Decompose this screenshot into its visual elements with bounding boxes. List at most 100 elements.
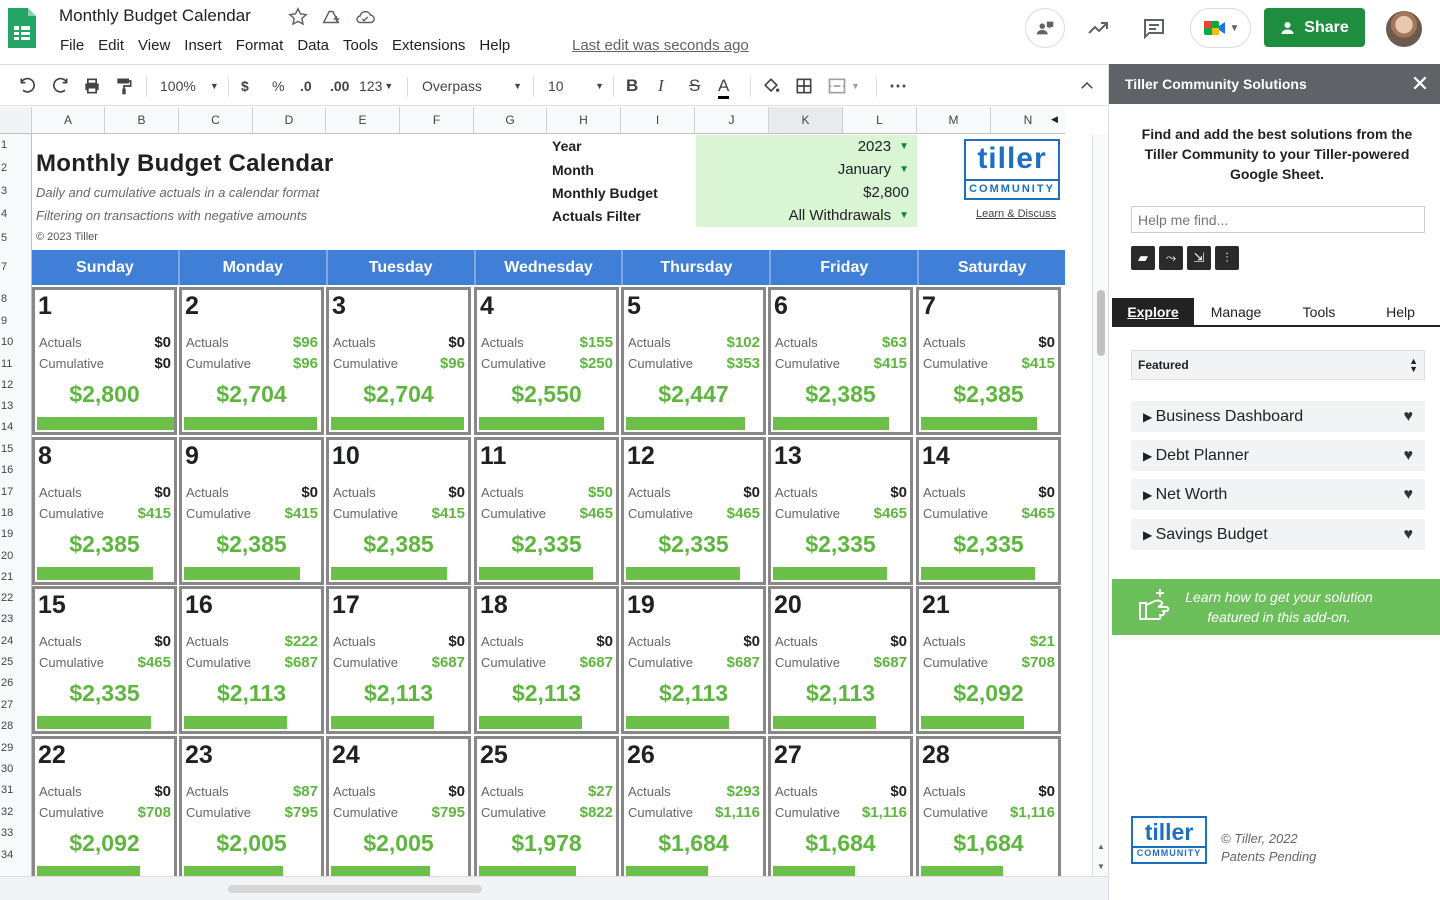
calendar-day-cell[interactable]: 22 Actuals $0 Cumulative $708 $2,092 (32, 736, 177, 876)
column-header[interactable]: A (32, 107, 105, 133)
calendar-day-cell[interactable]: 12 Actuals $0 Cumulative $465 $2,335 (621, 437, 766, 585)
row-header[interactable]: 21 (0, 571, 32, 583)
column-header[interactable]: J (695, 107, 769, 133)
row-header[interactable]: 1 (0, 139, 32, 151)
column-header[interactable]: C (179, 107, 253, 133)
sheet-subtitle[interactable]: Daily and cumulative actuals in a calend… (36, 185, 319, 200)
row-header[interactable]: 34 (0, 849, 32, 861)
row-header[interactable]: 13 (0, 400, 32, 412)
weekday-wednesday[interactable]: Wednesday (476, 250, 624, 285)
select-all-corner[interactable] (0, 107, 32, 133)
collapse-menus-icon[interactable] (1078, 75, 1096, 97)
tiller-footer-logo[interactable]: tiller COMMUNITY (1131, 816, 1207, 864)
row-header[interactable]: 9 (0, 315, 32, 327)
tab-tools[interactable]: Tools (1278, 298, 1360, 325)
calendar-day-cell[interactable]: 27 Actuals $0 Cumulative $1,116 $1,684 (768, 736, 913, 876)
tab-help[interactable]: Help (1360, 298, 1440, 325)
calendar-day-cell[interactable]: 18 Actuals $0 Cumulative $687 $2,113 (474, 586, 619, 734)
row-header[interactable]: 20 (0, 550, 32, 562)
calendar-day-cell[interactable]: 7 Actuals $0 Cumulative $415 $2,385 (916, 287, 1061, 435)
sheets-logo-icon[interactable] (6, 6, 38, 50)
menu-view[interactable]: View (138, 37, 178, 55)
undo-icon[interactable] (18, 75, 38, 97)
calendar-day-cell[interactable]: 20 Actuals $0 Cumulative $687 $2,113 (768, 586, 913, 734)
calendar-day-cell[interactable]: 15 Actuals $0 Cumulative $465 $2,335 (32, 586, 177, 734)
borders-icon[interactable] (794, 75, 814, 97)
calendar-day-cell[interactable]: 13 Actuals $0 Cumulative $465 $2,335 (768, 437, 913, 585)
weekday-friday[interactable]: Friday (771, 250, 920, 285)
document-title[interactable]: Monthly Budget Calendar (59, 6, 251, 26)
scroll-left-icon[interactable]: ◀ (1051, 114, 1058, 125)
scroll-up-icon[interactable]: ▲ (1097, 842, 1105, 851)
more-tools-button[interactable]: ⋯ (889, 75, 907, 97)
vertical-scrollbar[interactable]: ▲ ▼ (1092, 134, 1108, 876)
calendar-day-cell[interactable]: 8 Actuals $0 Cumulative $415 $2,385 (32, 437, 177, 585)
calendar-day-cell[interactable]: 26 Actuals $293 Cumulative $1,116 $1,684 (621, 736, 766, 876)
row-header[interactable]: 16 (0, 464, 32, 476)
currency-format-button[interactable]: $ (241, 75, 249, 97)
row-header[interactable]: 19 (0, 528, 32, 540)
cloud-status-icon[interactable] (354, 6, 376, 28)
weekday-saturday[interactable]: Saturday (919, 250, 1065, 285)
heart-icon[interactable]: ♥ (1404, 526, 1414, 544)
bold-button[interactable]: B (626, 75, 638, 97)
solution-filter-select[interactable]: Featured ▲ ▼ (1131, 350, 1425, 380)
row-header[interactable]: 5 (0, 232, 32, 244)
tiller-community-logo[interactable]: tiller COMMUNITY (964, 139, 1060, 200)
row-header[interactable]: 11 (0, 358, 32, 370)
row-header[interactable]: 18 (0, 507, 32, 519)
solution-item[interactable]: ▶ Business Dashboard ♥ (1131, 401, 1425, 432)
row-header[interactable]: 15 (0, 443, 32, 455)
row-header[interactable]: 26 (0, 677, 32, 689)
row-header[interactable]: 4 (0, 208, 32, 220)
column-header[interactable]: M (917, 107, 991, 133)
row-header[interactable]: 31 (0, 784, 32, 796)
share-button[interactable]: Share (1264, 8, 1365, 47)
calendar-day-cell[interactable]: 25 Actuals $27 Cumulative $822 $1,978 (474, 736, 619, 876)
column-header[interactable]: B (105, 107, 179, 133)
menu-extensions[interactable]: Extensions (392, 37, 473, 55)
calendar-day-cell[interactable]: 28 Actuals $0 Cumulative $1,116 $1,684 (916, 736, 1061, 876)
column-header[interactable]: L (843, 107, 917, 133)
trend-icon[interactable] (1078, 8, 1118, 48)
row-header[interactable]: 28 (0, 720, 32, 732)
year-dropdown[interactable]: 2023 ▼ (696, 135, 917, 158)
calendar-day-cell[interactable]: 16 Actuals $222 Cumulative $687 $2,113 (179, 586, 324, 734)
month-dropdown[interactable]: January ▼ (696, 158, 917, 181)
weekday-sunday[interactable]: Sunday (32, 250, 180, 285)
paint-roller-icon[interactable]: ▰ (1131, 246, 1155, 270)
solution-item[interactable]: ▶ Net Worth ♥ (1131, 479, 1425, 510)
print-icon[interactable] (82, 75, 102, 97)
redo-icon[interactable] (50, 75, 70, 97)
fill-color-icon[interactable] (761, 75, 781, 97)
menu-data[interactable]: Data (297, 37, 337, 55)
calendar-day-cell[interactable]: 11 Actuals $50 Cumulative $465 $2,335 (474, 437, 619, 585)
comments-icon[interactable] (1134, 8, 1174, 48)
menu-format[interactable]: Format (236, 37, 292, 55)
heart-icon[interactable]: ♥ (1404, 447, 1414, 465)
row-header[interactable]: 2 (0, 162, 32, 174)
font-size-select[interactable]: 10 ▼ (548, 75, 604, 97)
row-header[interactable]: 23 (0, 613, 32, 625)
row-header[interactable]: 17 (0, 486, 32, 498)
weekday-monday[interactable]: Monday (180, 250, 328, 285)
calendar-day-cell[interactable]: 1 Actuals $0 Cumulative $0 $2,800 (32, 287, 177, 435)
comment-history-icon[interactable] (1025, 8, 1065, 48)
row-header[interactable]: 25 (0, 656, 32, 668)
column-header[interactable]: K (769, 107, 843, 133)
column-header[interactable]: I (621, 107, 695, 133)
meet-icon[interactable]: ▼ (1190, 8, 1251, 48)
row-header[interactable]: 12 (0, 379, 32, 391)
workflow-icon[interactable]: ⤳ (1159, 246, 1183, 270)
heart-icon[interactable]: ♥ (1404, 408, 1414, 426)
sheet-title[interactable]: Monthly Budget Calendar (36, 150, 334, 178)
column-header[interactable]: E (326, 107, 400, 133)
close-icon[interactable]: ✕ (1408, 71, 1432, 96)
chart-add-icon[interactable]: ⫶ (1215, 246, 1239, 270)
promo-banner[interactable]: Learn how to get your solution featured … (1112, 579, 1440, 635)
calendar-day-cell[interactable]: 19 Actuals $0 Cumulative $687 $2,113 (621, 586, 766, 734)
row-header[interactable]: 27 (0, 699, 32, 711)
calendar-day-cell[interactable]: 6 Actuals $63 Cumulative $415 $2,385 (768, 287, 913, 435)
row-header[interactable]: 10 (0, 336, 32, 348)
sheet-subtitle[interactable]: Filtering on transactions with negative … (36, 208, 307, 223)
